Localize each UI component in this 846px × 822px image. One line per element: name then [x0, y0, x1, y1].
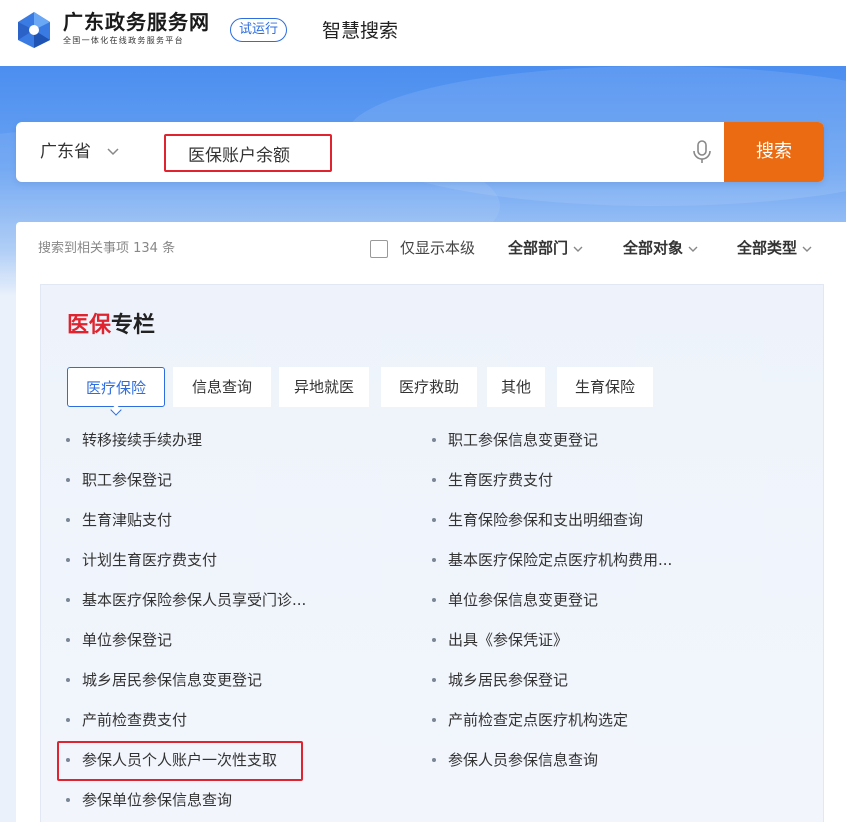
bullet: [432, 718, 436, 722]
item-label: 单位参保登记: [82, 631, 173, 649]
column-title: 医保专栏: [67, 311, 155, 341]
item-label: 职工参保登记: [82, 471, 173, 489]
list-item[interactable]: 产前检查定点医疗机构选定: [432, 709, 629, 731]
list-item[interactable]: 城乡居民参保信息变更登记: [66, 669, 263, 691]
item-label: 出具《参保凭证》: [448, 631, 569, 649]
column-title-highlight: 医保: [67, 313, 112, 338]
item-label: 生育津贴支付: [82, 511, 173, 529]
list-item[interactable]: 转移接续手续办理: [66, 429, 203, 451]
bullet: [432, 438, 436, 442]
list-item[interactable]: 参保单位参保信息查询: [66, 789, 233, 811]
tab-remote-medical[interactable]: 异地就医: [279, 367, 369, 407]
item-label: 产前检查费支付: [82, 711, 188, 729]
bullet: [432, 598, 436, 602]
chevron-down-icon: [802, 246, 812, 252]
column-title-rest: 专栏: [111, 313, 156, 338]
site-logo-icon[interactable]: [14, 10, 54, 50]
department-filter[interactable]: 全部部门: [508, 237, 584, 259]
brand[interactable]: 广东政务服务网 全国一体化在线政务服务平台: [63, 10, 210, 46]
search-bar: 广东省 搜索: [16, 122, 824, 182]
list-item[interactable]: 单位参保信息变更登记: [432, 589, 599, 611]
list-item[interactable]: 生育津贴支付: [66, 509, 173, 531]
result-count: 搜索到相关事项 134 条: [38, 241, 176, 256]
only-this-level-checkbox[interactable]: [370, 240, 388, 258]
chevron-down-icon: [688, 246, 698, 252]
only-this-level-label[interactable]: 仅显示本级: [400, 237, 475, 259]
bullet: [432, 678, 436, 682]
bullet: [66, 598, 70, 602]
chevron-down-icon[interactable]: [106, 142, 120, 162]
bullet: [66, 478, 70, 482]
page-title: 智慧搜索: [322, 20, 399, 42]
item-label: 基本医疗保险定点医疗机构费用...: [448, 551, 673, 569]
item-label: 产前检查定点医疗机构选定: [448, 711, 629, 729]
bullet: [432, 558, 436, 562]
tab-info-query[interactable]: 信息查询: [173, 367, 271, 407]
item-label: 转移接续手续办理: [82, 431, 203, 449]
chevron-down-icon: [573, 246, 583, 252]
bullet: [66, 718, 70, 722]
list-item[interactable]: 参保人员参保信息查询: [432, 749, 599, 771]
tab-other[interactable]: 其他: [487, 367, 545, 407]
target-filter[interactable]: 全部对象: [623, 237, 699, 259]
search-button[interactable]: 搜索: [724, 122, 824, 182]
list-item[interactable]: 生育保险参保和支出明细查询: [432, 509, 644, 531]
item-label: 参保人员参保信息查询: [448, 751, 599, 769]
type-filter-label: 全部类型: [737, 239, 798, 257]
bullet: [432, 758, 436, 762]
target-filter-label: 全部对象: [623, 239, 684, 257]
item-label: 单位参保信息变更登记: [448, 591, 599, 609]
list-item[interactable]: 职工参保信息变更登记: [432, 429, 599, 451]
trial-badge: 试运行: [230, 18, 288, 42]
bullet: [432, 638, 436, 642]
list-item[interactable]: 产前检查费支付: [66, 709, 188, 731]
bullet: [66, 438, 70, 442]
bullet: [66, 678, 70, 682]
results-panel: 搜索到相关事项 134 条 仅显示本级 全部部门 全部对象 全部类型 医保专栏 …: [16, 222, 846, 822]
list-item[interactable]: 城乡居民参保登记: [432, 669, 569, 691]
item-label: 生育保险参保和支出明细查询: [448, 511, 644, 529]
item-label: 城乡居民参保登记: [448, 671, 569, 689]
item-label: 生育医疗费支付: [448, 471, 554, 489]
department-filter-label: 全部部门: [508, 239, 569, 257]
item-label: 职工参保信息变更登记: [448, 431, 599, 449]
list-item[interactable]: 职工参保登记: [66, 469, 173, 491]
site-subtitle: 全国一体化在线政务服务平台: [63, 36, 184, 45]
medical-insurance-column: 医保专栏 医疗保险 信息查询 异地就医 医疗救助 其他 生育保险 转移接续手续办…: [40, 284, 824, 822]
bullet: [432, 478, 436, 482]
bullet: [66, 638, 70, 642]
tab-maternity-insurance[interactable]: 生育保险: [557, 367, 653, 407]
item-highlight-box: [57, 741, 303, 781]
list-item[interactable]: 计划生育医疗费支付: [66, 549, 218, 571]
site-header: 广东政务服务网 全国一体化在线政务服务平台 试运行 智慧搜索: [0, 0, 846, 66]
list-item[interactable]: 单位参保登记: [66, 629, 173, 651]
tab-medical-insurance[interactable]: 医疗保险: [67, 367, 165, 416]
item-label: 城乡居民参保信息变更登记: [82, 671, 263, 689]
region-select[interactable]: 广东省: [40, 140, 91, 164]
item-label: 基本医疗保险参保人员享受门诊...: [82, 591, 307, 609]
bullet: [432, 518, 436, 522]
list-item[interactable]: 基本医疗保险参保人员享受门诊...: [66, 589, 307, 611]
tab-medical-aid[interactable]: 医疗救助: [381, 367, 477, 407]
list-item[interactable]: 基本医疗保险定点医疗机构费用...: [432, 549, 673, 571]
site-title: 广东政务服务网: [63, 10, 210, 34]
type-filter[interactable]: 全部类型: [737, 237, 813, 259]
item-label: 参保单位参保信息查询: [82, 791, 233, 809]
item-label: 计划生育医疗费支付: [82, 551, 218, 569]
tab-label: 医疗保险: [85, 379, 146, 397]
list-item[interactable]: 出具《参保凭证》: [432, 629, 569, 651]
microphone-icon[interactable]: [688, 138, 716, 166]
list-item[interactable]: 生育医疗费支付: [432, 469, 554, 491]
tab-pointer: [110, 404, 122, 416]
bullet: [66, 798, 70, 802]
bullet: [66, 558, 70, 562]
bullet: [66, 518, 70, 522]
search-input[interactable]: [164, 134, 332, 172]
